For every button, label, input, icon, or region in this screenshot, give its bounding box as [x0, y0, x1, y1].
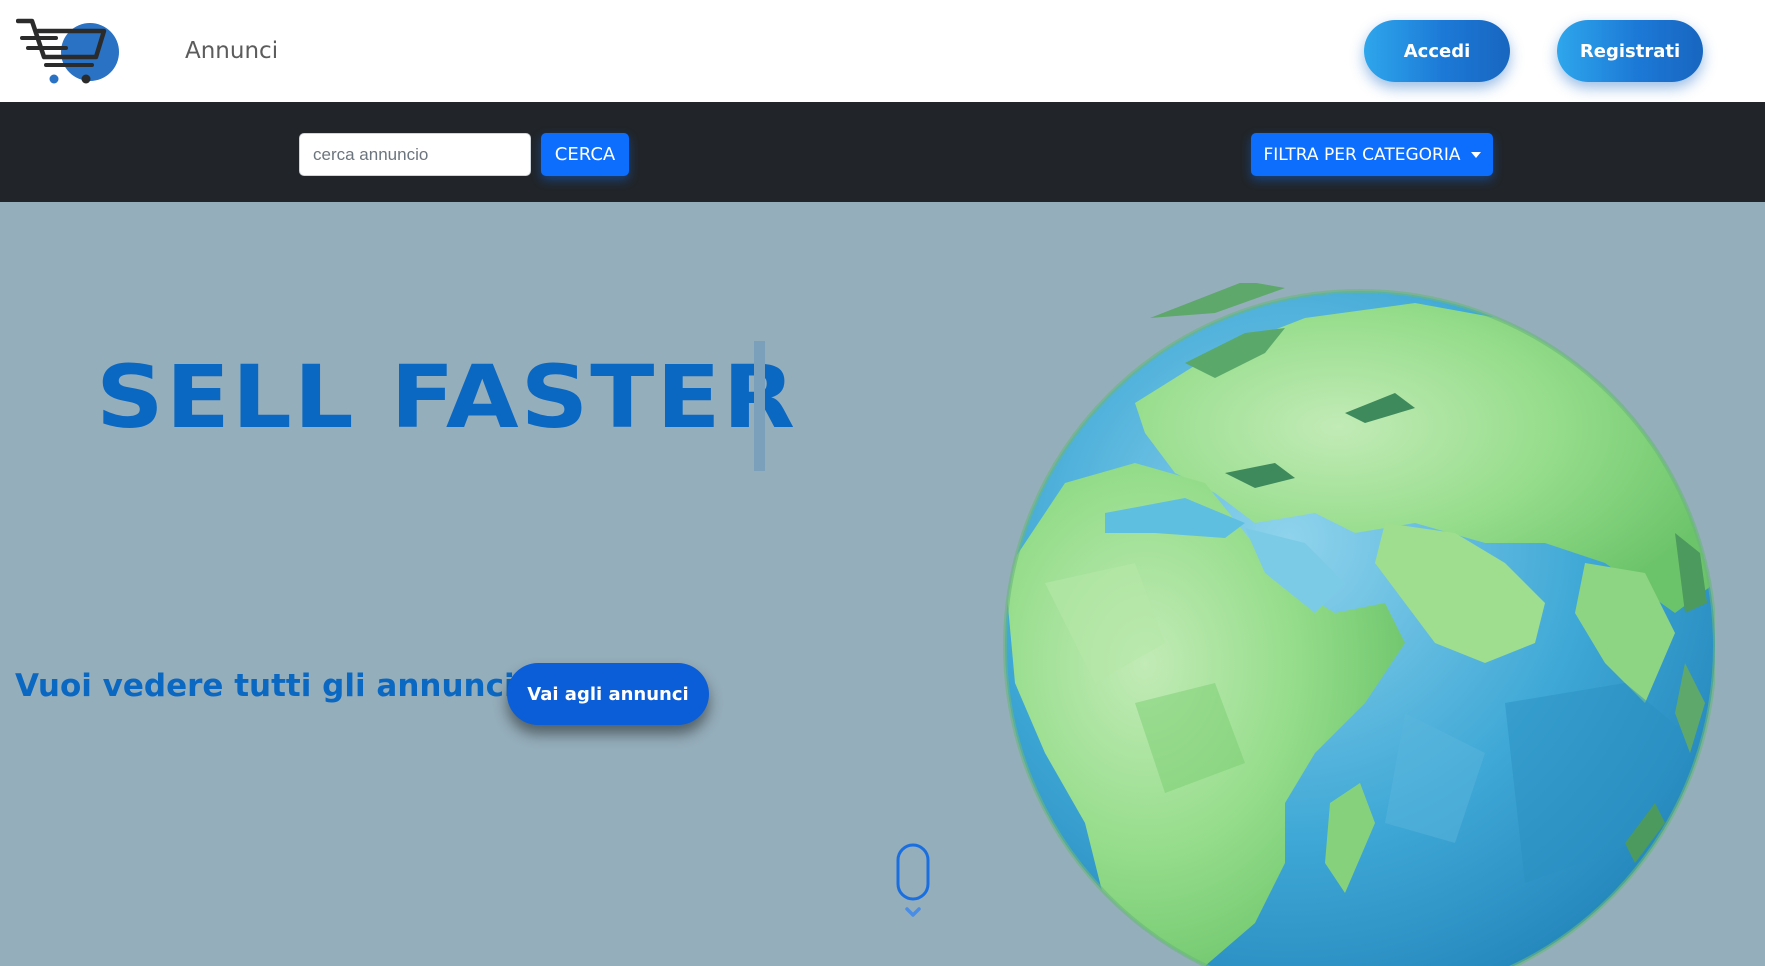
register-button[interactable]: Registrati [1557, 20, 1703, 82]
cta-question: Vuoi vedere tutti gli annunci? [15, 668, 533, 704]
hero-title: SELL FASTER [96, 347, 798, 448]
shopping-cart-logo-icon[interactable] [16, 17, 120, 87]
login-button[interactable]: Accedi [1364, 20, 1510, 82]
typing-cursor [754, 341, 765, 471]
search-filter-bar: CERCA FILTRA PER CATEGORIA [0, 102, 1765, 202]
search-button[interactable]: CERCA [541, 133, 629, 176]
search-input[interactable] [299, 133, 531, 176]
earth-globe-image [1003, 283, 1715, 966]
category-filter-dropdown[interactable]: FILTRA PER CATEGORIA [1251, 133, 1493, 176]
category-filter-label: FILTRA PER CATEGORIA [1263, 144, 1461, 165]
nav-link-annunci[interactable]: Annunci [185, 38, 278, 64]
top-navbar: Annunci Accedi Registrati [0, 0, 1765, 102]
view-listings-button[interactable]: Vai agli annunci [507, 663, 709, 725]
caret-down-icon [1470, 151, 1481, 158]
mouse-scroll-icon[interactable] [895, 843, 931, 921]
